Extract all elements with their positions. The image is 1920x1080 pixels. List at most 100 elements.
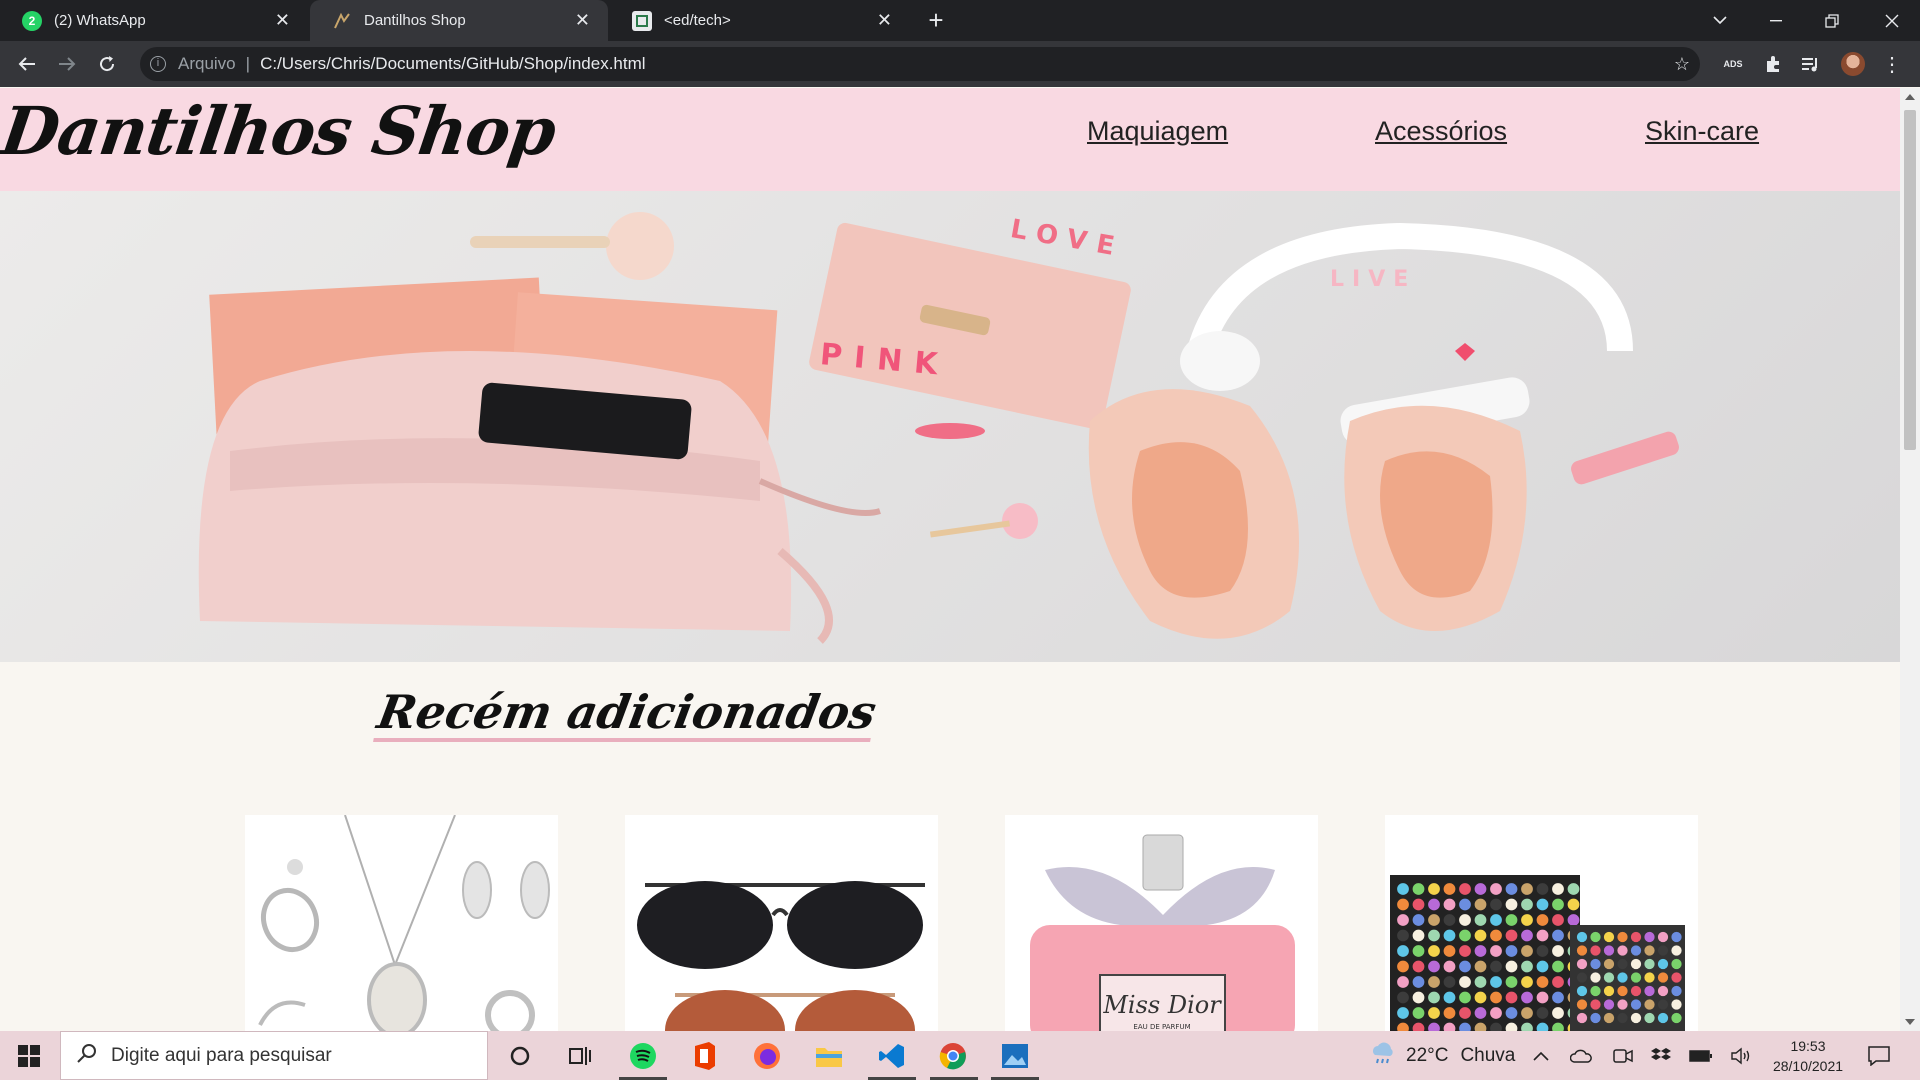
eyeshadow-swatch [1397, 945, 1409, 957]
forward-button[interactable] [52, 49, 82, 79]
file-explorer-icon[interactable] [812, 1039, 846, 1073]
eyeshadow-swatch [1397, 883, 1409, 895]
close-tab-icon[interactable]: ✕ [877, 10, 892, 31]
volume-icon[interactable] [1724, 1039, 1758, 1073]
eyeshadow-swatch [1552, 898, 1564, 911]
office-icon[interactable] [688, 1039, 722, 1073]
onedrive-icon[interactable] [1564, 1039, 1598, 1073]
eyeshadow-swatch [1657, 972, 1669, 983]
scrollbar-thumb[interactable] [1904, 110, 1916, 450]
scroll-down-icon[interactable] [1905, 1019, 1915, 1025]
nav-link-maquiagem[interactable]: Maquiagem [1087, 116, 1228, 147]
eyeshadow-swatch [1490, 898, 1502, 911]
nav-link-acessorios[interactable]: Acessórios [1375, 116, 1507, 147]
close-tab-icon[interactable]: ✕ [275, 10, 290, 31]
eyeshadow-swatch [1630, 931, 1642, 943]
tab-title: (2) WhatsApp [54, 12, 146, 29]
battery-icon[interactable] [1684, 1039, 1718, 1073]
new-tab-button[interactable]: + [922, 6, 950, 34]
eyeshadow-swatch [1490, 914, 1502, 926]
eyeshadow-swatch [1412, 960, 1425, 973]
product-card-sunglasses[interactable] [625, 815, 938, 1031]
tab-title: <ed/tech> [664, 12, 731, 29]
eyeshadow-swatch [1617, 958, 1628, 970]
tab-dantilhos-shop[interactable]: Dantilhos Shop ✕ [310, 0, 608, 41]
reload-button[interactable] [92, 49, 122, 79]
tray-overflow-chevron-icon[interactable] [1524, 1039, 1558, 1073]
site-header: Dantilhos Shop Maquiagem Acessórios Skin… [0, 88, 1900, 191]
spotify-icon[interactable] [626, 1039, 660, 1073]
site-info-icon[interactable]: i [150, 56, 166, 72]
bookmark-star-icon[interactable]: ☆ [1670, 49, 1694, 79]
eyeshadow-swatch [1428, 945, 1440, 957]
eyeshadow-swatch [1590, 972, 1601, 983]
eyeshadow-swatch [1671, 958, 1682, 970]
site-logo[interactable]: Dantilhos Shop [0, 92, 560, 170]
eyeshadow-swatch [1397, 991, 1409, 1004]
media-queue-icon[interactable] [1796, 49, 1826, 79]
eyeshadow-swatch [1552, 991, 1564, 1004]
eyeshadow-palette-image [1390, 875, 1685, 1031]
eyeshadow-swatch [1552, 883, 1564, 895]
eyeshadow-swatch [1617, 931, 1628, 943]
eyeshadow-swatch [1459, 898, 1471, 911]
chrome-icon[interactable] [936, 1039, 970, 1073]
meet-now-icon[interactable] [1606, 1039, 1640, 1073]
windows-taskbar: Digite aqui para pesquisar 22°C Chuva 19… [0, 1031, 1920, 1080]
page-scrollbar[interactable] [1900, 88, 1920, 1031]
address-bar[interactable]: i Arquivo | C:/Users/Chris/Documents/Git… [140, 47, 1700, 81]
tab-edtech[interactable]: <ed/tech> ✕ [610, 0, 910, 41]
eyeshadow-swatch [1536, 914, 1549, 926]
browser-tab-strip: 2 (2) WhatsApp ✕ Dantilhos Shop ✕ <ed/te… [0, 0, 1920, 41]
whatsapp-icon: 2 [22, 10, 42, 31]
adblock-extension-icon[interactable]: ADS [1718, 49, 1748, 79]
eyeshadow-swatch [1644, 958, 1655, 970]
nav-link-skin-care[interactable]: Skin-care [1645, 116, 1759, 147]
product-card-perfume[interactable]: Miss Dior EAU DE PARFUM [1005, 815, 1318, 1031]
hero-banner-image: LOVE LIVE PINK [0, 191, 1900, 662]
jewelry-image [258, 815, 550, 1031]
eyeshadow-swatch [1630, 972, 1642, 983]
notifications-icon[interactable] [1862, 1039, 1896, 1073]
restore-button[interactable] [1804, 0, 1860, 41]
scroll-up-icon[interactable] [1905, 94, 1915, 100]
eyeshadow-swatch [1397, 976, 1409, 988]
eyeshadow-swatch [1459, 1007, 1471, 1019]
photos-icon[interactable] [998, 1039, 1032, 1073]
eyeshadow-swatch [1536, 960, 1549, 973]
eyeshadow-swatch [1521, 929, 1533, 942]
tab-search-chevron-icon[interactable] [1692, 0, 1748, 41]
rain-cloud-icon [1370, 1041, 1396, 1071]
eyeshadow-swatch [1412, 976, 1425, 988]
eyeshadow-swatch [1552, 1007, 1564, 1019]
eyeshadow-swatch [1671, 972, 1682, 983]
back-button[interactable] [12, 49, 42, 79]
minimize-button[interactable] [1748, 0, 1804, 41]
eyeshadow-swatch [1505, 991, 1518, 1004]
dropbox-icon[interactable] [1644, 1039, 1678, 1073]
eyeshadow-swatch [1412, 945, 1425, 957]
product-card-jewelry[interactable] [245, 815, 558, 1031]
cortana-icon[interactable] [503, 1039, 537, 1073]
weather-widget[interactable]: 22°C Chuva [1370, 1031, 1515, 1080]
system-clock[interactable]: 19:53 28/10/2021 [1768, 1031, 1848, 1080]
eyeshadow-swatch [1474, 991, 1487, 1004]
eyeshadow-swatch [1474, 945, 1487, 957]
task-view-icon[interactable] [563, 1039, 597, 1073]
tab-whatsapp[interactable]: 2 (2) WhatsApp ✕ [0, 0, 308, 41]
firefox-icon[interactable] [750, 1039, 784, 1073]
eyeshadow-swatch [1443, 929, 1456, 942]
eyeshadow-swatch [1505, 883, 1518, 895]
browser-menu-icon[interactable]: ⋮ [1880, 49, 1904, 79]
address-url[interactable]: C:/Users/Chris/Documents/GitHub/Shop/ind… [260, 54, 645, 74]
close-window-button[interactable] [1864, 0, 1920, 41]
taskbar-search-box[interactable]: Digite aqui para pesquisar [60, 1031, 488, 1080]
vscode-icon[interactable] [875, 1039, 909, 1073]
eyeshadow-swatch [1617, 1012, 1628, 1024]
perfume-label: Miss Dior [1102, 991, 1222, 1019]
product-card-eyeshadow[interactable] [1385, 815, 1698, 1031]
windows-start-icon[interactable] [12, 1039, 46, 1073]
extensions-puzzle-icon[interactable] [1758, 49, 1788, 79]
close-tab-icon[interactable]: ✕ [575, 10, 590, 31]
profile-avatar[interactable] [1838, 49, 1868, 79]
